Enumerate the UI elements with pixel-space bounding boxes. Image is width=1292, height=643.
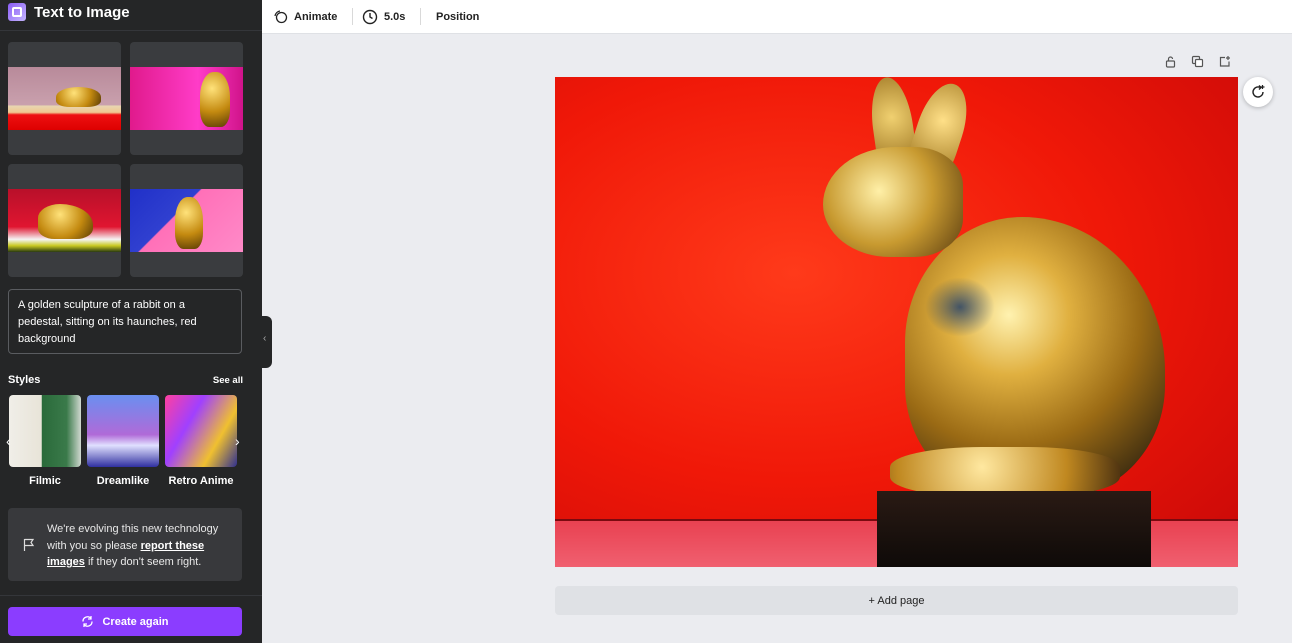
toolbar-divider bbox=[352, 8, 353, 25]
generated-image-thumbnail-3[interactable] bbox=[8, 164, 121, 277]
generated-image-canvas[interactable] bbox=[555, 77, 1238, 567]
create-again-button[interactable]: Create again bbox=[8, 607, 242, 636]
rotate-icon bbox=[1252, 85, 1265, 98]
flag-icon bbox=[23, 538, 35, 551]
collapse-panel-handle[interactable]: ‹ bbox=[262, 316, 272, 368]
add-page-icon[interactable] bbox=[1218, 55, 1231, 68]
animate-icon bbox=[274, 10, 288, 24]
regenerate-button[interactable] bbox=[1243, 77, 1273, 107]
panel-title: Text to Image bbox=[34, 3, 130, 21]
notice-text: We're evolving this new technology with … bbox=[47, 521, 232, 571]
text-to-image-panel: Text to Image A golden sculpture of a ra… bbox=[0, 0, 262, 643]
chevron-right-icon[interactable]: › bbox=[235, 433, 240, 449]
editor-toolbar: Animate 5.0s Position bbox=[262, 0, 1292, 34]
style-card-retro-anime[interactable] bbox=[165, 395, 237, 467]
panel-header: Text to Image bbox=[8, 2, 130, 22]
see-all-link[interactable]: See all bbox=[213, 375, 243, 386]
thumbnail-image bbox=[130, 189, 243, 252]
divider bbox=[0, 595, 262, 596]
notice-text-part: if they don't seem right. bbox=[84, 556, 202, 568]
rabbit-chest-shading bbox=[925, 277, 995, 337]
position-button[interactable]: Position bbox=[436, 0, 479, 33]
feedback-notice: We're evolving this new technology with … bbox=[8, 508, 242, 581]
generated-image-thumbnail-4[interactable] bbox=[130, 164, 243, 277]
style-label: Dreamlike bbox=[96, 475, 150, 487]
divider bbox=[0, 30, 262, 31]
pedestal bbox=[877, 491, 1151, 567]
thumbnail-image bbox=[130, 67, 243, 130]
generated-image-thumbnail-2[interactable] bbox=[130, 42, 243, 155]
style-label: Retro Anime bbox=[168, 475, 234, 487]
duplicate-icon[interactable] bbox=[1191, 55, 1204, 68]
position-label: Position bbox=[436, 10, 480, 23]
page-controls bbox=[1164, 55, 1231, 68]
clock-icon bbox=[362, 9, 378, 24]
refresh-icon bbox=[82, 616, 94, 627]
chevron-left-icon: ‹ bbox=[263, 333, 267, 344]
duration-button[interactable]: 5.0s bbox=[362, 0, 405, 33]
style-card-dreamlike[interactable] bbox=[87, 395, 159, 467]
text-to-image-app-icon bbox=[8, 3, 26, 21]
create-again-label: Create again bbox=[102, 615, 169, 628]
rabbit-feet bbox=[890, 447, 1120, 497]
styles-heading: Styles bbox=[8, 374, 41, 386]
thumbnail-image bbox=[8, 67, 121, 130]
lock-icon[interactable] bbox=[1164, 55, 1177, 68]
animate-label: Animate bbox=[294, 10, 338, 23]
toolbar-divider bbox=[420, 8, 421, 25]
add-page-button[interactable]: + Add page bbox=[555, 586, 1238, 615]
style-label: Filmic bbox=[29, 475, 61, 487]
animate-button[interactable]: Animate bbox=[273, 0, 337, 33]
style-card-filmic[interactable] bbox=[9, 395, 81, 467]
prompt-input[interactable]: A golden sculpture of a rabbit on a pede… bbox=[8, 289, 242, 354]
thumbnail-image bbox=[8, 189, 121, 252]
chevron-left-icon[interactable]: ‹ bbox=[6, 433, 11, 449]
duration-label: 5.0s bbox=[384, 10, 406, 23]
rabbit-sculpture-head bbox=[823, 147, 963, 257]
generated-image-thumbnail-1[interactable] bbox=[8, 42, 121, 155]
